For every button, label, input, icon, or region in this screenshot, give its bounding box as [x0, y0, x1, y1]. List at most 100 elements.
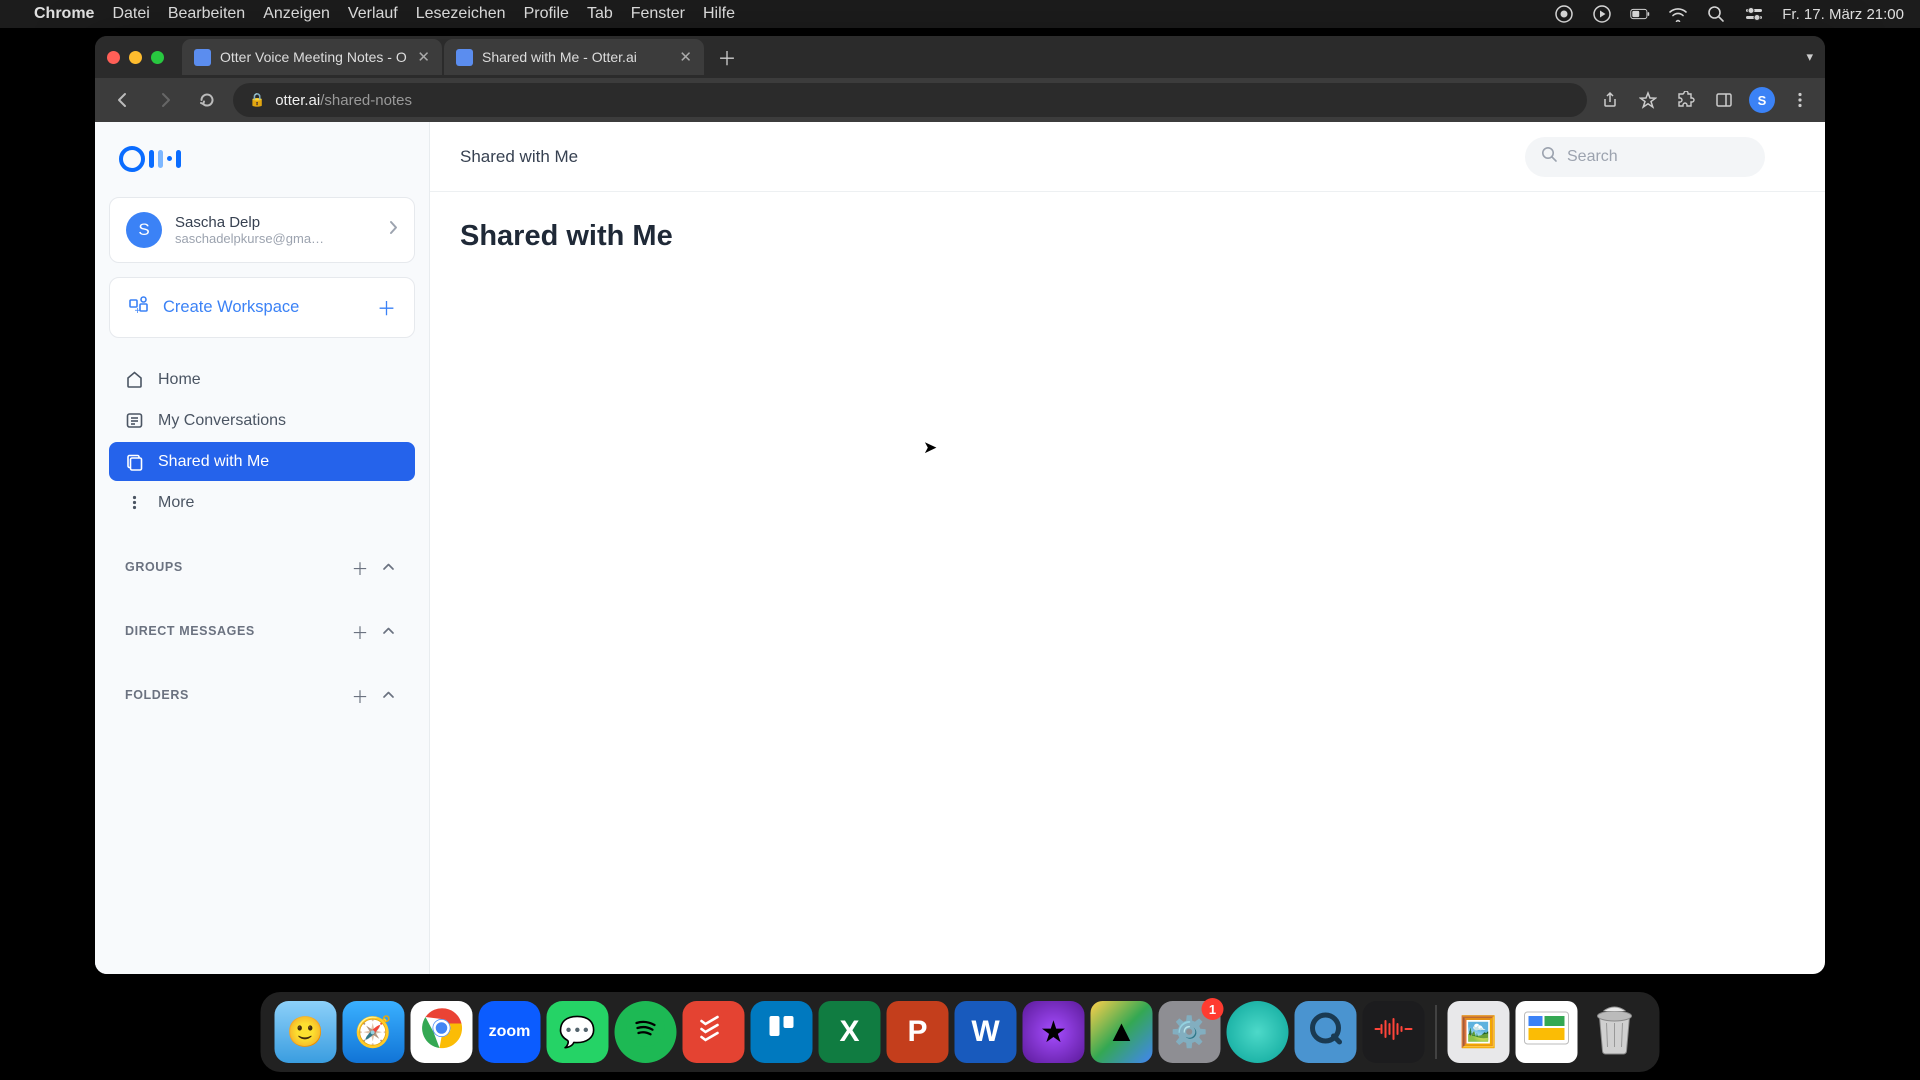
dock-app-teal[interactable] [1227, 1001, 1289, 1063]
dock-settings[interactable]: ⚙️1 [1159, 1001, 1221, 1063]
dock-finder[interactable]: 🙂 [275, 1001, 337, 1063]
trello-icon [764, 1010, 800, 1054]
tab-close-icon[interactable]: ✕ [679, 48, 692, 66]
extensions-icon[interactable] [1673, 87, 1699, 113]
plus-icon: ＋ [377, 294, 396, 321]
drive-icon: ▲ [1107, 1015, 1137, 1049]
trash-icon [1592, 1001, 1638, 1063]
sidebar-item-shared[interactable]: Shared with Me [109, 442, 415, 481]
user-card[interactable]: S Sascha Delp saschadelpkurse@gma… [109, 197, 415, 263]
back-button[interactable] [107, 84, 139, 116]
section-label: FOLDERS [125, 688, 343, 702]
new-tab-button[interactable]: ＋ [712, 42, 742, 72]
dock-spotify[interactable] [615, 1001, 677, 1063]
menu-fenster[interactable]: Fenster [631, 5, 685, 23]
collapse-folders-icon[interactable] [377, 684, 399, 706]
menu-anzeigen[interactable]: Anzeigen [263, 5, 330, 23]
dock-trash[interactable] [1584, 1001, 1646, 1063]
section-header-folders: FOLDERS ＋ [109, 674, 415, 716]
dock-chrome[interactable] [411, 1001, 473, 1063]
sidepanel-icon[interactable] [1711, 87, 1737, 113]
sidebar-item-my-conversations[interactable]: My Conversations [109, 401, 415, 440]
tab-close-icon[interactable]: ✕ [417, 48, 430, 66]
sidebar-item-more[interactable]: More [109, 483, 415, 522]
browser-tab-2[interactable]: Shared with Me - Otter.ai ✕ [444, 39, 704, 75]
screenshot-icon [1523, 1010, 1571, 1054]
sidebar: S Sascha Delp saschadelpkurse@gma… + Cre… [95, 122, 430, 974]
menu-tab[interactable]: Tab [587, 5, 613, 23]
maximize-window-button[interactable] [151, 51, 164, 64]
chevron-right-icon [389, 220, 398, 240]
share-icon[interactable] [1597, 87, 1623, 113]
tabs-dropdown-icon[interactable]: ▾ [1806, 49, 1813, 65]
more-icon [125, 493, 144, 512]
dock-screenshot[interactable] [1516, 1001, 1578, 1063]
chrome-window: Otter Voice Meeting Notes - O ✕ Shared w… [95, 36, 1825, 974]
shared-icon [125, 452, 144, 471]
browser-tab-1[interactable]: Otter Voice Meeting Notes - O ✕ [182, 39, 442, 75]
gear-icon: ⚙️ [1171, 1015, 1208, 1050]
url-toolbar: 🔒 otter.ai/shared-notes S [95, 78, 1825, 122]
chrome-menu-icon[interactable] [1787, 87, 1813, 113]
add-dm-button[interactable]: ＋ [349, 620, 371, 642]
section-header-groups: GROUPS ＋ [109, 546, 415, 588]
minimize-window-button[interactable] [129, 51, 142, 64]
reload-button[interactable] [191, 84, 223, 116]
powerpoint-icon: P [907, 1015, 927, 1049]
create-workspace-button[interactable]: + Create Workspace ＋ [109, 277, 415, 338]
dock-powerpoint[interactable]: P [887, 1001, 949, 1063]
dock-safari[interactable]: 🧭 [343, 1001, 405, 1063]
add-group-button[interactable]: ＋ [349, 556, 371, 578]
dock-voice-memos[interactable] [1363, 1001, 1425, 1063]
add-folder-button[interactable]: ＋ [349, 684, 371, 706]
search-input[interactable] [1567, 148, 1774, 166]
waveform-icon [1374, 1015, 1414, 1049]
address-bar[interactable]: 🔒 otter.ai/shared-notes [233, 83, 1587, 117]
menu-bearbeiten[interactable]: Bearbeiten [168, 5, 245, 23]
otter-logo[interactable] [119, 146, 405, 177]
dock-todoist[interactable] [683, 1001, 745, 1063]
spotlight-icon[interactable] [1706, 4, 1726, 24]
menubar-app-name[interactable]: Chrome [34, 5, 94, 23]
forward-button[interactable] [149, 84, 181, 116]
dock-imovie[interactable]: ★ [1023, 1001, 1085, 1063]
menubar-clock[interactable]: Fr. 17. März 21:00 [1782, 6, 1904, 23]
dock-excel[interactable]: X [819, 1001, 881, 1063]
word-icon: W [971, 1015, 999, 1049]
badge: 1 [1202, 998, 1224, 1020]
cursor-icon: ➤ [923, 438, 937, 458]
macos-menubar: Chrome Datei Bearbeiten Anzeigen Verlauf… [0, 0, 1920, 28]
battery-icon[interactable] [1630, 4, 1650, 24]
dock-quicktime[interactable] [1295, 1001, 1357, 1063]
menu-datei[interactable]: Datei [112, 5, 149, 23]
dock-word[interactable]: W [955, 1001, 1017, 1063]
preview-icon: 🖼️ [1460, 1015, 1497, 1050]
menu-profile[interactable]: Profile [524, 5, 569, 23]
play-icon[interactable] [1592, 4, 1612, 24]
dock-preview[interactable]: 🖼️ [1448, 1001, 1510, 1063]
control-center-icon[interactable] [1744, 4, 1764, 24]
profile-avatar[interactable]: S [1749, 87, 1775, 113]
collapse-groups-icon[interactable] [377, 556, 399, 578]
menu-lesezeichen[interactable]: Lesezeichen [416, 5, 506, 23]
collapse-dms-icon[interactable] [377, 620, 399, 642]
sidebar-item-home[interactable]: Home [109, 360, 415, 399]
workspace-icon: + [128, 295, 149, 321]
menu-hilfe[interactable]: Hilfe [703, 5, 735, 23]
dock-separator [1436, 1005, 1437, 1059]
zoom-icon: zoom [489, 1023, 531, 1041]
wifi-icon[interactable] [1668, 4, 1688, 24]
main-content: Shared with Me Shared with Me ➤ [430, 122, 1825, 974]
dock-trello[interactable] [751, 1001, 813, 1063]
workspace-label: Create Workspace [163, 298, 363, 317]
menu-verlauf[interactable]: Verlauf [348, 5, 398, 23]
search-box[interactable] [1525, 137, 1765, 177]
tab-title: Otter Voice Meeting Notes - O [220, 49, 408, 65]
dock-google-drive[interactable]: ▲ [1091, 1001, 1153, 1063]
nav-label: Home [158, 371, 201, 389]
bookmark-icon[interactable] [1635, 87, 1661, 113]
dock-whatsapp[interactable]: 💬 [547, 1001, 609, 1063]
record-icon[interactable] [1554, 4, 1574, 24]
close-window-button[interactable] [107, 51, 120, 64]
dock-zoom[interactable]: zoom [479, 1001, 541, 1063]
